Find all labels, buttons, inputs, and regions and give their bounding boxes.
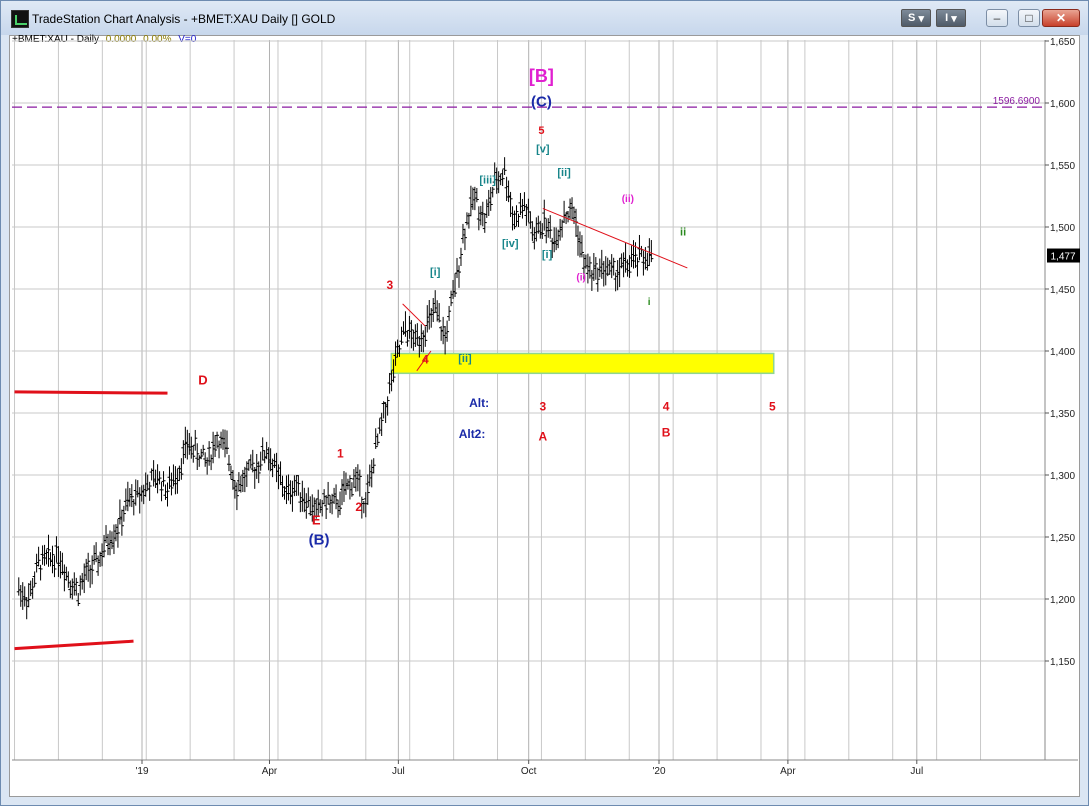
price-tick-label: 1,200 — [1050, 595, 1075, 606]
wave-label: 3 — [540, 400, 547, 414]
wave-label: [i] — [430, 266, 441, 278]
wave-label: [ii] — [557, 167, 571, 179]
price-tick-label: 1,550 — [1050, 161, 1075, 172]
wave-label: [iv] — [502, 238, 519, 250]
price-chart[interactable]: 1,650 1,600 1,550 1,500 1,450 1,400 1,350 1,300… — [0, 0, 1089, 806]
target-zone — [390, 352, 775, 375]
price-tick-label: 1,150 — [1050, 657, 1075, 668]
wave-label: [i] — [542, 249, 553, 261]
time-tick-label: Oct — [521, 766, 537, 777]
price-tick-label: 1,450 — [1050, 285, 1075, 296]
price-tick-label: 1,400 — [1050, 347, 1075, 358]
wave-label: A — [539, 429, 548, 443]
wave-label: 4 — [422, 352, 429, 366]
wave-label: [v] — [536, 144, 550, 156]
support-resistance-line — [14, 390, 168, 395]
wave-label: (i) — [576, 272, 585, 283]
wave-label: (B) — [309, 531, 330, 548]
time-tick-label: '20 — [652, 766, 665, 777]
wave-label: i — [648, 297, 651, 308]
wave-label: [B] — [529, 66, 554, 86]
wave-label: 5 — [769, 400, 776, 414]
support-resistance-line — [14, 639, 134, 651]
wave-label: 1 — [337, 447, 344, 461]
price-tick-label: 1,600 — [1050, 99, 1075, 110]
time-tick-label: Jul — [392, 766, 405, 777]
wave-label: (ii) — [622, 194, 634, 205]
price-tick-label: 1,500 — [1050, 223, 1075, 234]
price-tick-label: 1,300 — [1050, 471, 1075, 482]
wave-label: ii — [680, 227, 686, 239]
time-tick-label: Jul — [910, 766, 923, 777]
wave-label: D — [198, 372, 207, 387]
time-tick-label: Apr — [262, 766, 278, 777]
wave-label: Alt2: — [459, 427, 486, 441]
time-tick-label: '19 — [135, 766, 148, 777]
wave-label: B — [662, 426, 671, 440]
wave-label: E — [312, 513, 321, 528]
level-label: 1596.6900 — [993, 96, 1041, 107]
wave-label: [iii] — [479, 175, 496, 187]
wave-label: 5 — [538, 125, 544, 137]
wave-label: Alt: — [469, 396, 489, 410]
price-tick-label: 1,250 — [1050, 533, 1075, 544]
wave-label: 2 — [355, 500, 362, 514]
last-price-label: 1,477 — [1050, 252, 1075, 263]
price-tick-label: 1,350 — [1050, 409, 1075, 420]
time-tick-label: Apr — [780, 766, 796, 777]
wave-line — [402, 303, 426, 327]
wave-label: 3 — [387, 278, 394, 292]
wave-label: 4 — [663, 400, 670, 414]
price-tick-label: 1,650 — [1050, 37, 1075, 48]
trend-line — [542, 207, 688, 269]
wave-label: [ii] — [458, 353, 472, 365]
wave-label: (C) — [531, 94, 552, 111]
